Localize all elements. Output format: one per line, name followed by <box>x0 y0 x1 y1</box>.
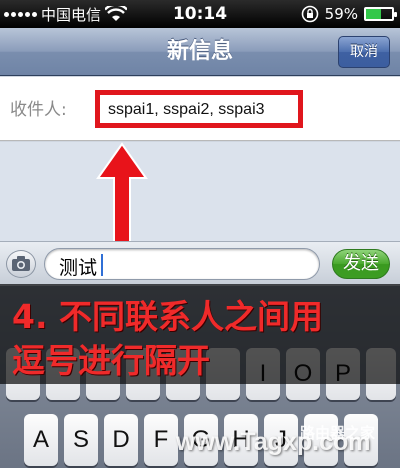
camera-icon <box>12 256 30 271</box>
recipient-label: 收件人: <box>10 100 67 120</box>
recipient-field[interactable]: sspai1, sspai2, sspai3 <box>95 90 303 128</box>
cancel-button[interactable]: 取消 <box>338 36 390 68</box>
key-a[interactable]: A <box>24 414 58 466</box>
battery-icon <box>364 7 397 21</box>
key-s[interactable]: S <box>64 414 98 466</box>
status-right: 59% <box>301 0 397 28</box>
instruction-caption: 4. 不同联系人之间用 逗号进行隔开 <box>0 284 400 384</box>
status-left: 中国电信 <box>0 4 150 25</box>
text-caret <box>101 254 103 276</box>
caption-line-2: 逗号进行隔开 <box>12 341 210 380</box>
key-f[interactable]: F <box>144 414 178 466</box>
battery-percent: 59% <box>324 5 358 23</box>
compose-bar: 测试 发送 <box>0 241 400 285</box>
message-input[interactable]: 测试 <box>44 248 320 280</box>
send-button[interactable]: 发送 <box>332 249 390 279</box>
recipient-value: sspai1, sspai2, sspai3 <box>108 101 265 118</box>
camera-button[interactable] <box>6 250 36 278</box>
recipient-row: 收件人: sspai1, sspai2, sspai3 <box>0 77 400 141</box>
key-d[interactable]: D <box>104 414 138 466</box>
wifi-icon <box>105 6 128 21</box>
rotation-lock-icon <box>301 5 318 23</box>
watermark-cn: 路由器之家 <box>300 424 376 442</box>
signal-icon <box>4 11 37 17</box>
carrier-name: 中国电信 <box>41 5 102 24</box>
status-bar: 中国电信 10:14 59% <box>0 0 400 28</box>
caption-line-1: 4. 不同联系人之间用 <box>12 297 323 336</box>
message-input-text: 测试 <box>59 257 98 279</box>
message-thread-area <box>0 142 400 242</box>
navigation-bar: 新信息 取消 <box>0 28 400 76</box>
